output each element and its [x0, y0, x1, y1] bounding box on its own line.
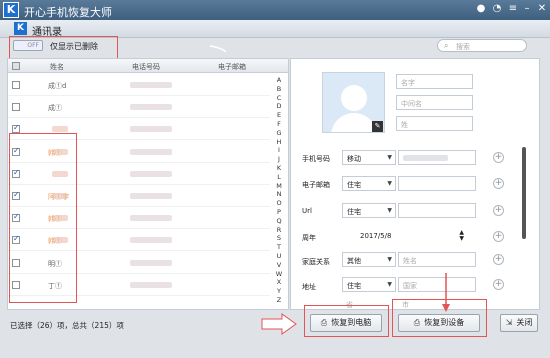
arrow-down-icon — [442, 304, 450, 312]
annotation-arrows — [209, 45, 450, 335]
cursor-mark — [209, 45, 227, 53]
arrow-right-icon — [261, 313, 297, 335]
